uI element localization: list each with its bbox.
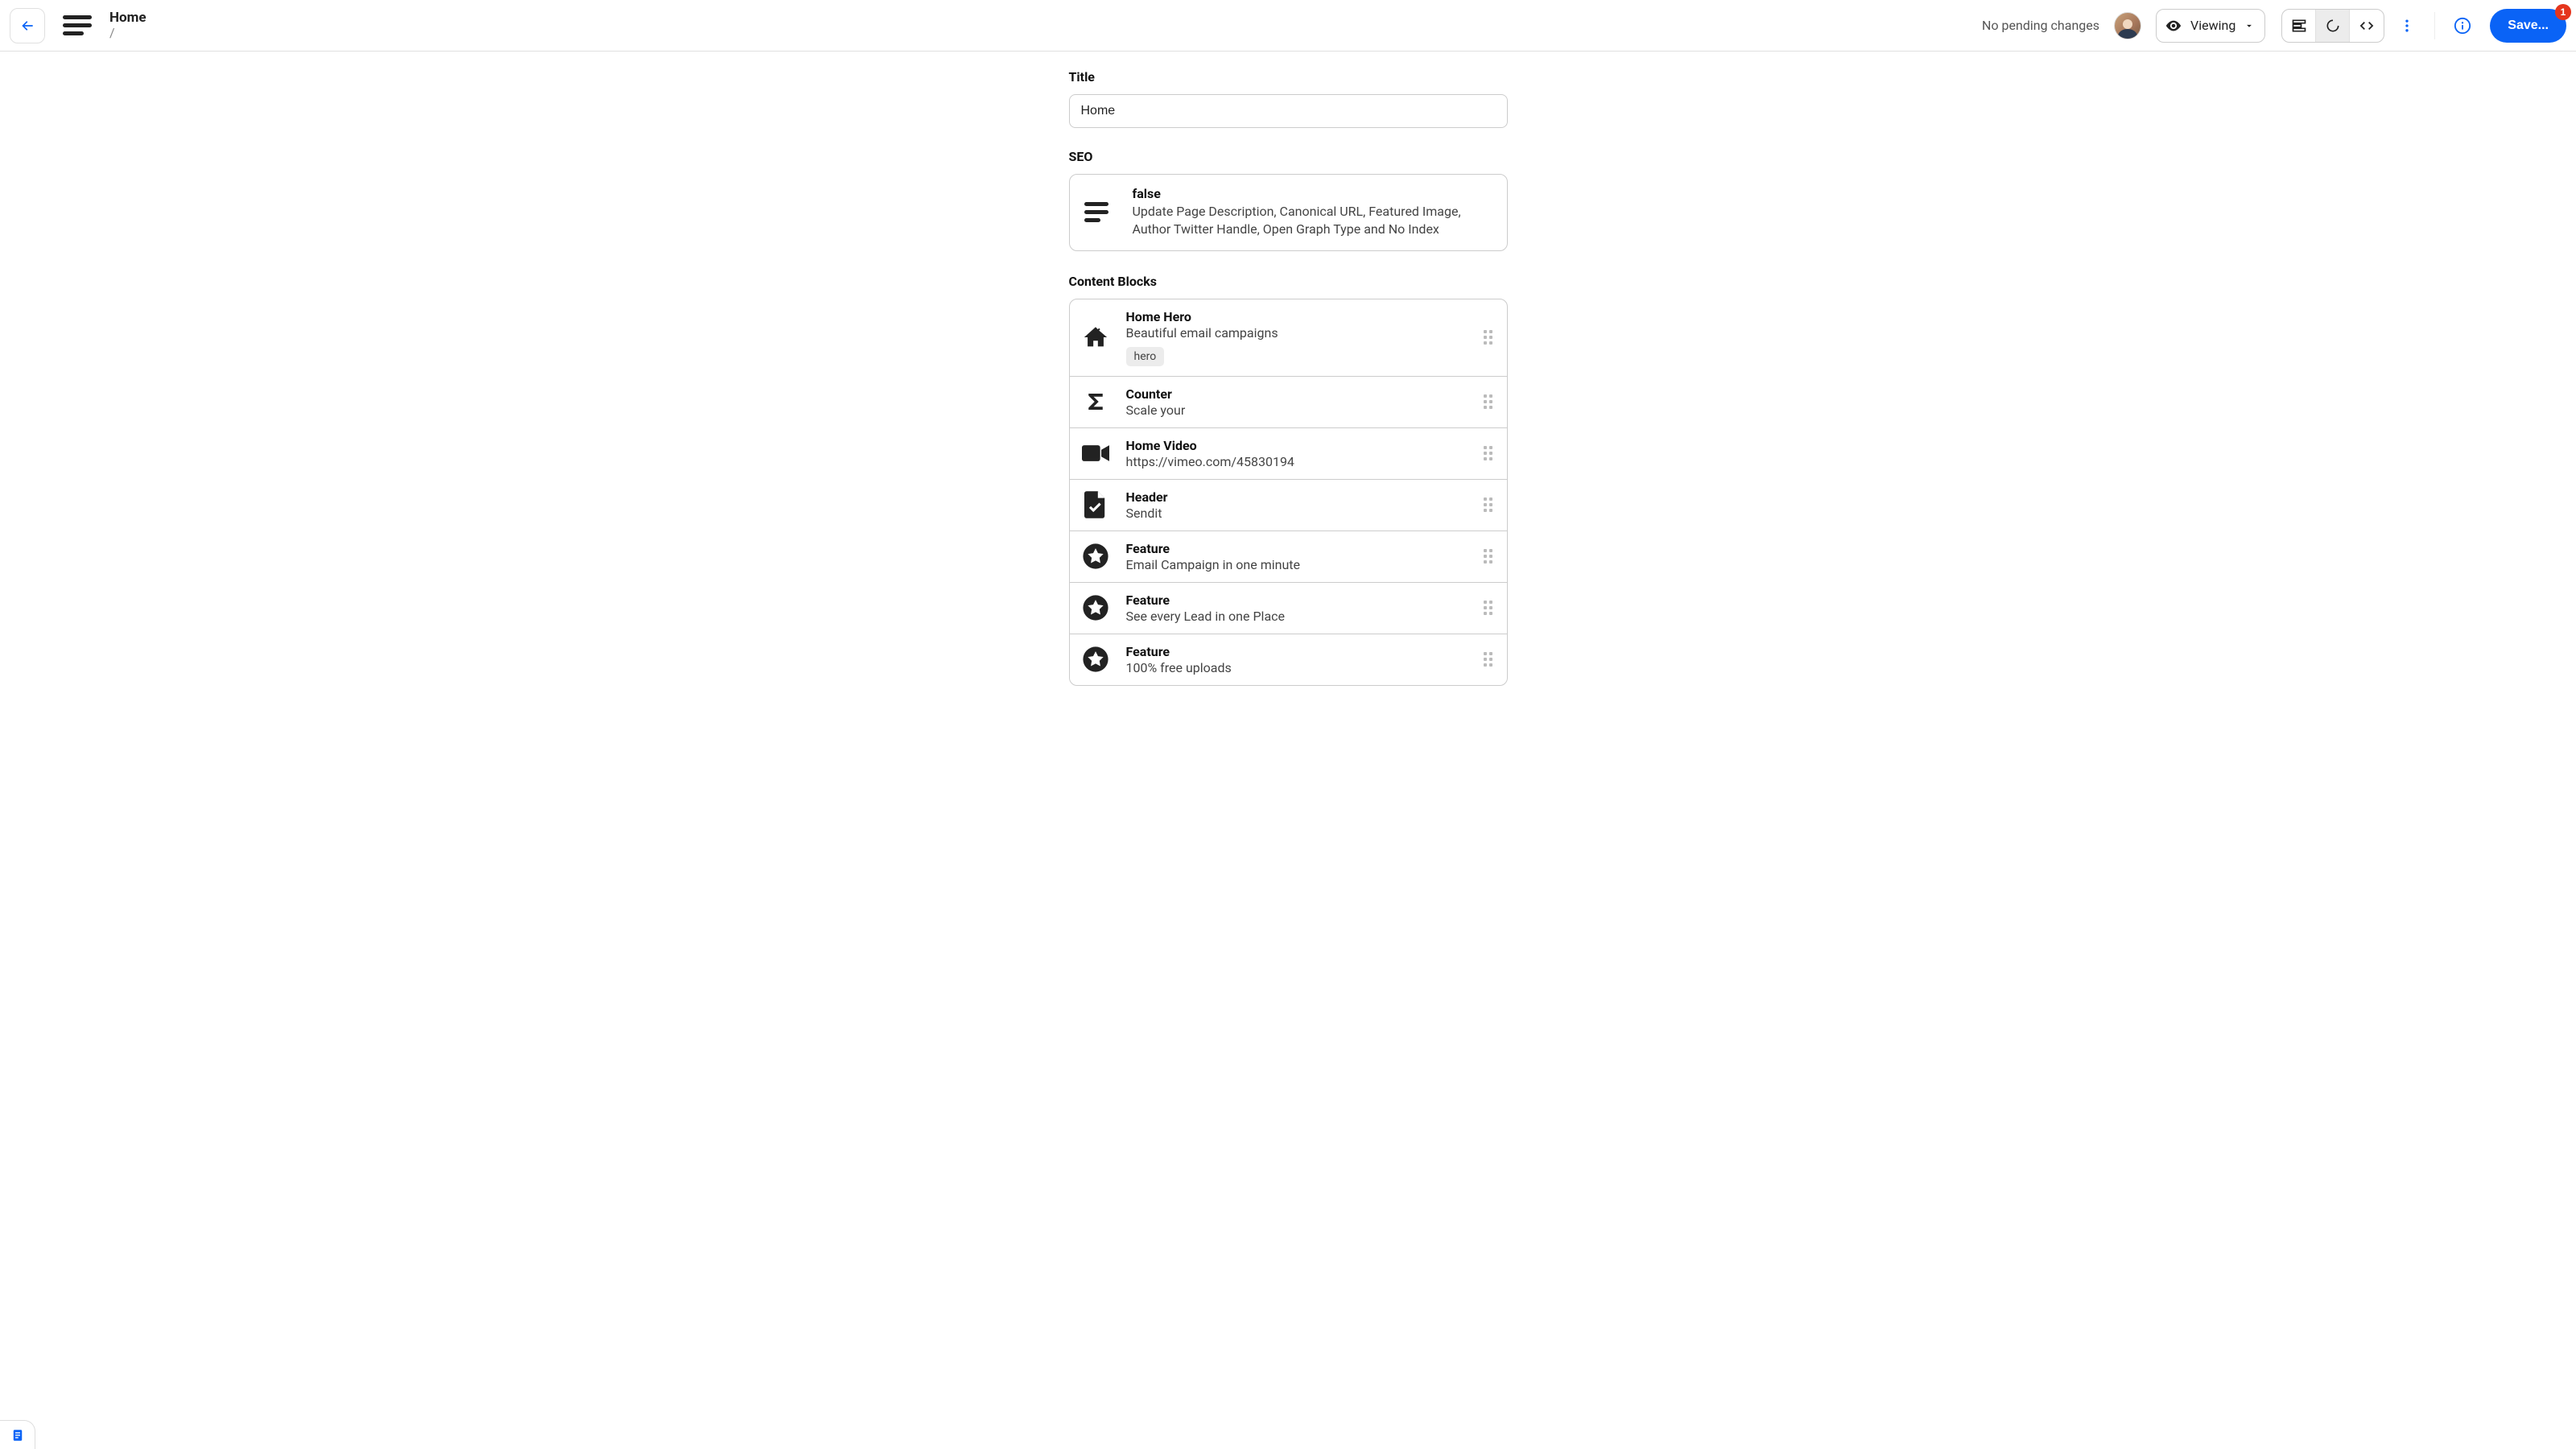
title-input[interactable] bbox=[1069, 94, 1508, 128]
block-title: Feature bbox=[1126, 592, 1468, 608]
code-view-button[interactable] bbox=[2350, 10, 2384, 42]
back-button[interactable] bbox=[10, 8, 45, 43]
drag-handle[interactable] bbox=[1484, 652, 1492, 667]
star-icon bbox=[1081, 542, 1110, 571]
panel-icon bbox=[2291, 18, 2307, 34]
app-header: Home / No pending changes Viewing Save..… bbox=[0, 0, 2576, 52]
save-button-label: Save... bbox=[2508, 19, 2549, 32]
block-subtitle: Beautiful email campaigns bbox=[1126, 325, 1468, 341]
block-title: Counter bbox=[1126, 386, 1468, 402]
more-options-button[interactable] bbox=[2391, 18, 2423, 34]
drag-handle[interactable] bbox=[1484, 549, 1492, 564]
lines-icon bbox=[1084, 202, 1113, 222]
app-logo-icon bbox=[63, 15, 92, 35]
content-block-item[interactable]: HeaderSendit bbox=[1070, 480, 1507, 531]
panel-view-button[interactable] bbox=[2282, 10, 2316, 42]
viewing-mode-selector[interactable]: Viewing bbox=[2156, 9, 2265, 43]
seo-section-label: SEO bbox=[1069, 149, 1508, 164]
content-block-item[interactable]: FeatureEmail Campaign in one minute bbox=[1070, 531, 1507, 583]
content-block-item[interactable]: Home HeroBeautiful email campaigns hero bbox=[1070, 299, 1507, 377]
info-button[interactable] bbox=[2446, 17, 2479, 35]
eye-icon bbox=[2165, 17, 2182, 35]
video-icon bbox=[1081, 439, 1110, 468]
drag-handle[interactable] bbox=[1484, 446, 1492, 460]
drag-handle[interactable] bbox=[1484, 394, 1492, 409]
title-block: Home / bbox=[109, 10, 147, 39]
block-title: Header bbox=[1126, 489, 1468, 505]
home-icon bbox=[1081, 323, 1110, 352]
star-icon bbox=[1081, 645, 1110, 674]
save-badge: 1 bbox=[2555, 4, 2571, 20]
seo-card-desc: Update Page Description, Canonical URL, … bbox=[1133, 203, 1492, 239]
code-icon bbox=[2359, 18, 2375, 34]
title-field-label: Title bbox=[1069, 69, 1508, 85]
block-subtitle: See every Lead in one Place bbox=[1126, 609, 1468, 624]
chevron-down-icon bbox=[2244, 20, 2255, 31]
block-title: Home Video bbox=[1126, 438, 1468, 453]
view-toggle-group bbox=[2281, 9, 2384, 43]
more-vertical-icon bbox=[2399, 18, 2415, 34]
content-blocks-list: Home HeroBeautiful email campaigns hero Co… bbox=[1069, 299, 1508, 686]
drag-handle[interactable] bbox=[1484, 601, 1492, 615]
block-title: Feature bbox=[1126, 541, 1468, 556]
drag-handle[interactable] bbox=[1484, 330, 1492, 345]
block-subtitle: Sendit bbox=[1126, 506, 1468, 521]
arrow-left-icon bbox=[19, 18, 35, 34]
sigma-icon bbox=[1081, 387, 1110, 416]
docchk-icon bbox=[1081, 490, 1110, 519]
form: Title SEO false Update Page Description,… bbox=[1069, 69, 1508, 686]
content-block-item[interactable]: CounterScale your bbox=[1070, 377, 1507, 428]
content-block-item[interactable]: Feature100% free uploads bbox=[1070, 634, 1507, 685]
page-title: Home bbox=[109, 10, 147, 26]
sync-view-button[interactable] bbox=[2316, 10, 2350, 42]
sync-icon bbox=[2325, 18, 2341, 34]
block-subtitle: 100% free uploads bbox=[1126, 660, 1468, 675]
save-button[interactable]: Save... 1 bbox=[2490, 9, 2566, 43]
content-block-item[interactable]: Home Videohttps://vimeo.com/45830194 bbox=[1070, 428, 1507, 480]
main-content: Title SEO false Update Page Description,… bbox=[0, 52, 2576, 718]
avatar[interactable] bbox=[2114, 12, 2141, 39]
seo-card-title: false bbox=[1133, 186, 1492, 201]
divider bbox=[2434, 12, 2435, 39]
block-subtitle: Email Campaign in one minute bbox=[1126, 557, 1468, 572]
block-subtitle: https://vimeo.com/45830194 bbox=[1126, 454, 1468, 469]
content-block-item[interactable]: FeatureSee every Lead in one Place bbox=[1070, 583, 1507, 634]
breadcrumb: / bbox=[109, 26, 147, 40]
info-icon bbox=[2454, 17, 2471, 35]
blocks-section-label: Content Blocks bbox=[1069, 274, 1508, 289]
block-title: Feature bbox=[1126, 644, 1468, 659]
star-icon bbox=[1081, 593, 1110, 622]
block-tag: hero bbox=[1126, 347, 1165, 366]
block-subtitle: Scale your bbox=[1126, 402, 1468, 418]
drag-handle[interactable] bbox=[1484, 497, 1492, 512]
sidebar-toggle-tab[interactable] bbox=[0, 1420, 35, 1449]
viewing-label: Viewing bbox=[2190, 18, 2235, 33]
block-title: Home Hero bbox=[1126, 309, 1468, 324]
document-icon bbox=[10, 1428, 25, 1443]
seo-card[interactable]: false Update Page Description, Canonical… bbox=[1069, 174, 1508, 251]
pending-changes-label: No pending changes bbox=[1982, 18, 2099, 33]
